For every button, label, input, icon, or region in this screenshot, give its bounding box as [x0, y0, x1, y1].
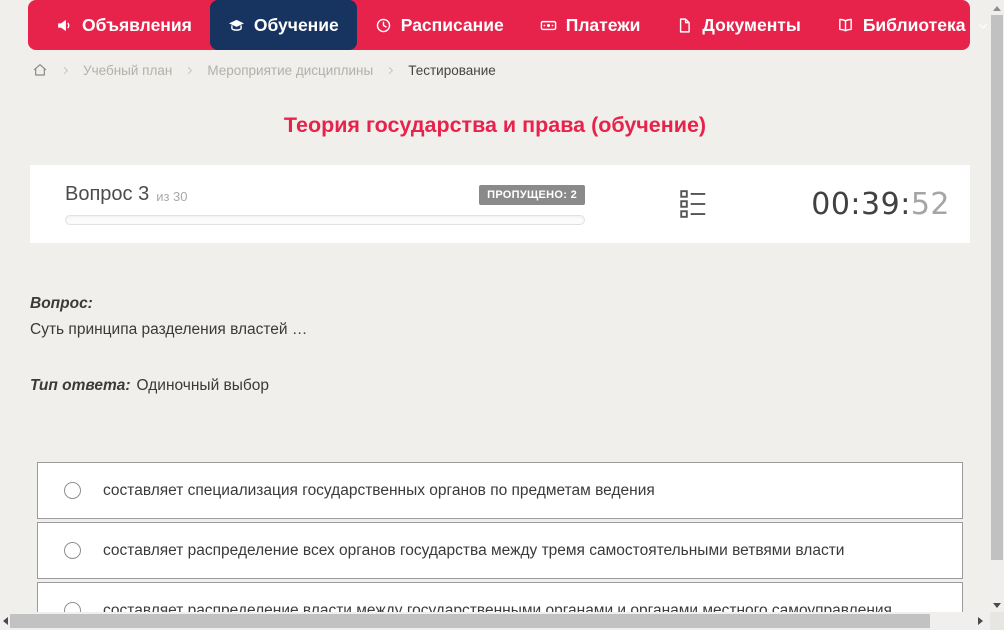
answer-type-label: Тип ответа: [30, 377, 131, 394]
chevron-right-icon [60, 65, 71, 76]
nav-item-library[interactable]: Библиотека [819, 0, 990, 50]
question-list-icon [679, 188, 708, 220]
app-viewport: Объявления Обучение Расписание Платежи Докум… [0, 0, 1004, 630]
nav-item-label: Документы [702, 15, 800, 36]
answer-option[interactable]: составляет распределение всех органов го… [37, 522, 963, 579]
chevron-down-icon [974, 18, 989, 32]
radio-button[interactable] [64, 482, 81, 499]
nav-item-label: Платежи [566, 15, 641, 36]
question-progress-block: Вопрос 3 из 30 ПРОПУЩЕНО: 2 [65, 183, 585, 225]
answer-option[interactable]: составляет распределение власти между го… [37, 582, 963, 612]
nav-item-payments[interactable]: Платежи [522, 0, 659, 50]
scroll-up-button[interactable] [990, 2, 1004, 14]
nav-item-label: Объявления [82, 15, 192, 36]
question-label: Вопрос: [30, 291, 307, 317]
document-icon [676, 17, 693, 34]
nav-item-documents[interactable]: Документы [658, 0, 818, 50]
graduation-cap-icon [228, 17, 245, 34]
megaphone-icon [56, 17, 73, 34]
horizontal-scrollbar-thumb[interactable] [10, 614, 930, 628]
answer-option[interactable]: составляет специализация государственных… [37, 462, 963, 519]
question-text: Суть принципа разделения властей … [30, 317, 307, 343]
breadcrumb-item[interactable]: Учебный план [83, 63, 172, 78]
nav-item-label: Библиотека [863, 15, 966, 36]
answer-type-row: Тип ответа: Одиночный выбор [30, 377, 269, 395]
breadcrumb-item: Тестирование [408, 63, 496, 78]
radio-button[interactable] [64, 602, 81, 612]
scrollbar-corner [990, 612, 1004, 630]
answer-type-value: Одиночный выбор [137, 377, 270, 394]
vertical-scrollbar[interactable] [990, 0, 1004, 612]
nav-item-announcements[interactable]: Объявления [38, 0, 210, 50]
arrow-down-icon [993, 603, 1001, 608]
skipped-badge: ПРОПУЩЕНО: 2 [479, 185, 585, 205]
nav-item-training[interactable]: Обучение [210, 0, 357, 50]
arrow-left-icon [3, 617, 8, 625]
question-list-button[interactable] [679, 188, 708, 220]
answer-option-label: составляет распределение власти между го… [103, 602, 892, 613]
arrow-up-icon [993, 6, 1001, 11]
vertical-scrollbar-thumb[interactable] [991, 15, 1003, 560]
banknote-icon [540, 17, 557, 34]
timer: 00:39:52 [811, 187, 950, 222]
scroll-right-button[interactable] [972, 612, 988, 630]
nav-item-label: Расписание [401, 15, 504, 36]
answer-options: составляет специализация государственных… [37, 462, 963, 612]
page-title: Теория государства и права (обучение) [0, 113, 990, 138]
main-nav: Объявления Обучение Расписание Платежи Докум… [28, 0, 970, 50]
scroll-left-button[interactable] [0, 612, 10, 630]
answer-option-label: составляет специализация государственных… [103, 482, 655, 500]
question-block: Вопрос: Суть принципа разделения властей… [30, 291, 307, 343]
question-total: из 30 [156, 189, 187, 204]
page-content: Объявления Обучение Расписание Платежи Докум… [0, 0, 990, 612]
nav-item-label: Обучение [254, 15, 339, 36]
timer-seconds: 52 [911, 187, 950, 222]
radio-button[interactable] [64, 542, 81, 559]
timer-hours-minutes: 00:39: [811, 187, 911, 222]
progress-bar [65, 215, 585, 225]
home-icon[interactable] [32, 62, 48, 78]
chevron-right-icon [184, 65, 195, 76]
breadcrumb-item[interactable]: Мероприятие дисциплины [207, 63, 373, 78]
chevron-right-icon [385, 65, 396, 76]
arrow-right-icon [978, 617, 983, 625]
nav-item-schedule[interactable]: Расписание [357, 0, 522, 50]
answer-option-label: составляет распределение всех органов го… [103, 542, 844, 560]
scroll-down-button[interactable] [990, 599, 1004, 611]
horizontal-scrollbar[interactable] [0, 612, 990, 630]
question-number: Вопрос 3 [65, 183, 149, 206]
question-card: Вопрос 3 из 30 ПРОПУЩЕНО: 2 [30, 165, 970, 243]
book-icon [837, 17, 854, 34]
clock-icon [375, 17, 392, 34]
breadcrumb: Учебный план Мероприятие дисциплины Тестир… [32, 62, 496, 78]
